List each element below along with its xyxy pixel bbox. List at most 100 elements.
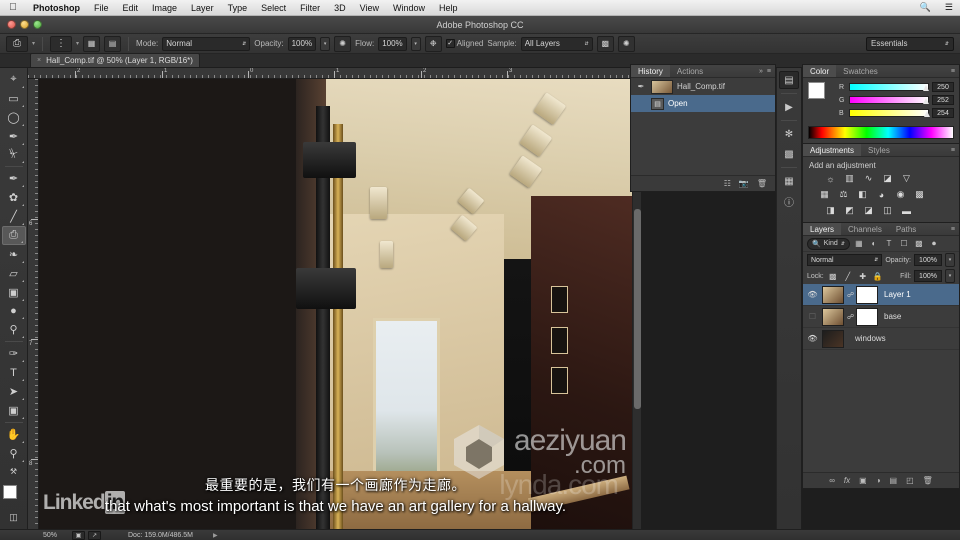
flow-stepper[interactable]: ▾: [411, 37, 421, 51]
brush-panel-icon[interactable]: ✻: [779, 125, 799, 143]
timeline-icon[interactable]: ▶: [779, 98, 799, 116]
airbrush-icon[interactable]: ❉: [425, 36, 442, 52]
selective-color-icon[interactable]: ◫: [880, 204, 895, 217]
tab-color[interactable]: Color: [803, 65, 836, 77]
link-layers-icon[interactable]: ∞: [829, 476, 835, 485]
lock-all-icon[interactable]: 🔒: [872, 270, 884, 282]
layer-thumbnail[interactable]: [822, 308, 844, 326]
menu-3d[interactable]: 3D: [327, 0, 353, 16]
lock-transparency-icon[interactable]: ▩: [827, 270, 839, 282]
lock-image-icon[interactable]: ╱: [842, 270, 854, 282]
layer-name[interactable]: windows: [847, 334, 956, 343]
lock-position-icon[interactable]: ✚: [857, 270, 869, 282]
delete-icon[interactable]: 🗑: [757, 179, 767, 188]
apple-logo-icon[interactable]: : [0, 3, 26, 13]
menu-filter[interactable]: Filter: [293, 0, 327, 16]
filter-toggle-icon[interactable]: ⏺: [928, 238, 940, 250]
eyedropper-tool[interactable]: ✒: [2, 169, 26, 188]
lasso-tool[interactable]: ◯: [2, 108, 26, 127]
path-selection-tool[interactable]: ➤: [2, 382, 26, 401]
color-spectrum-ramp[interactable]: [808, 126, 954, 139]
exposure-icon[interactable]: ◪: [880, 172, 895, 185]
layer-name[interactable]: Layer 1: [881, 290, 956, 299]
panel-menu-icon[interactable]: ≡: [951, 68, 955, 75]
menu-type[interactable]: Type: [221, 0, 255, 16]
quick-mask-icon[interactable]: ◫: [5, 510, 23, 524]
fill-value[interactable]: 100%: [914, 270, 942, 282]
new-snapshot-icon[interactable]: 📷: [739, 179, 749, 188]
layer-opacity-stepper[interactable]: ▾: [945, 253, 955, 267]
invert-icon[interactable]: ◨: [823, 204, 838, 217]
layer-name[interactable]: base: [881, 312, 956, 321]
new-document-from-state-icon[interactable]: ☷: [724, 179, 731, 188]
color-slider-g[interactable]: G 252: [839, 95, 954, 105]
info-icon[interactable]: ⓘ: [779, 192, 799, 210]
foreground-color-swatch[interactable]: [808, 82, 825, 99]
share-icon[interactable]: ↗: [88, 531, 101, 540]
vertical-scroll-thumb[interactable]: [634, 209, 641, 409]
new-group-icon[interactable]: ▤: [890, 476, 898, 485]
tab-history[interactable]: History: [631, 65, 670, 77]
zoom-tool[interactable]: ⚲: [2, 444, 26, 463]
levels-icon[interactable]: ▥: [842, 172, 857, 185]
layer-style-icon[interactable]: fx: [844, 476, 850, 485]
spot-healing-brush-tool[interactable]: ✿: [2, 188, 26, 207]
layer-row-windows[interactable]: 👁 windows: [803, 328, 959, 350]
clone-stamp-tool[interactable]: ⎙: [2, 226, 26, 245]
color-panel-swatches[interactable]: [808, 82, 834, 108]
layer-mask-icon[interactable]: ▣: [859, 476, 867, 485]
layer-row-base[interactable]: ☐ ☍ base: [803, 306, 959, 328]
tab-swatches[interactable]: Swatches: [836, 65, 885, 77]
eraser-tool[interactable]: ▱: [2, 264, 26, 283]
brush-tool[interactable]: ╱: [2, 207, 26, 226]
menu-view[interactable]: View: [353, 0, 386, 16]
search-icon[interactable]: 🔍: [913, 2, 938, 13]
collapse-icon[interactable]: »: [759, 68, 763, 75]
slider-track-r[interactable]: [849, 83, 929, 91]
layer-visibility-icon[interactable]: ☐: [806, 312, 819, 321]
gradient-map-icon[interactable]: ▬: [899, 204, 914, 217]
black-white-icon[interactable]: ◧: [855, 188, 870, 201]
vibrance-icon[interactable]: ▽: [899, 172, 914, 185]
pressure-opacity-icon[interactable]: ✺: [334, 36, 351, 52]
tab-layers[interactable]: Layers: [803, 223, 841, 235]
tab-actions[interactable]: Actions: [670, 65, 710, 77]
new-adjustment-icon[interactable]: ◑: [876, 476, 881, 485]
list-icon[interactable]: ☰: [938, 2, 960, 13]
shape-filter-icon[interactable]: ☐: [898, 238, 910, 250]
flow-value[interactable]: 100%: [378, 37, 406, 51]
status-menu-arrow-icon[interactable]: ▶: [213, 532, 218, 539]
canvas-area[interactable]: aeziyuan .com lynda.com Linkedin 最重要的是，我…: [39, 79, 632, 529]
slider-track-b[interactable]: [849, 109, 929, 117]
ignore-adjustment-icon[interactable]: ▩: [597, 36, 614, 52]
menu-image[interactable]: Image: [145, 0, 184, 16]
rectangle-tool[interactable]: ▣: [2, 401, 26, 420]
zoom-level[interactable]: 50%: [28, 532, 72, 539]
layer-filter-kind[interactable]: 🔍 Kind ⇵: [807, 238, 850, 250]
layer-row-layer-1[interactable]: 👁 ☍ Layer 1: [803, 284, 959, 306]
mini-bridge-icon[interactable]: ▤: [779, 71, 799, 89]
hand-tool[interactable]: ✋: [2, 425, 26, 444]
panel-menu-icon[interactable]: ≡: [767, 68, 771, 75]
histogram-icon[interactable]: ▩: [779, 145, 799, 163]
channel-value-b[interactable]: 254: [932, 108, 954, 118]
posterize-icon[interactable]: ◩: [842, 204, 857, 217]
edit-toolbar-icon[interactable]: ⚒: [2, 463, 26, 482]
curves-icon[interactable]: ∿: [861, 172, 876, 185]
tab-styles[interactable]: Styles: [861, 144, 897, 156]
menu-layer[interactable]: Layer: [184, 0, 221, 16]
fill-stepper[interactable]: ▾: [945, 269, 955, 283]
layer-visibility-icon[interactable]: 👁: [806, 334, 819, 343]
close-icon[interactable]: ×: [37, 57, 41, 64]
layer-mask-link-icon[interactable]: ☍: [847, 313, 853, 321]
document-tab[interactable]: × Hall_Comp.tif @ 50% (Layer 1, RGB/16*): [30, 53, 200, 67]
menu-window[interactable]: Window: [386, 0, 432, 16]
history-brush-source-icon[interactable]: ✒: [635, 82, 647, 91]
tab-channels[interactable]: Channels: [841, 223, 889, 235]
move-tool[interactable]: ⌖: [2, 70, 26, 89]
layer-blend-mode-select[interactable]: Normal ⇵: [807, 254, 882, 266]
tab-adjustments[interactable]: Adjustments: [803, 144, 861, 156]
pressure-size-icon[interactable]: ✺: [618, 36, 635, 52]
photo-filter-icon[interactable]: ◕: [874, 188, 889, 201]
layer-mask-link-icon[interactable]: ☍: [847, 291, 853, 299]
